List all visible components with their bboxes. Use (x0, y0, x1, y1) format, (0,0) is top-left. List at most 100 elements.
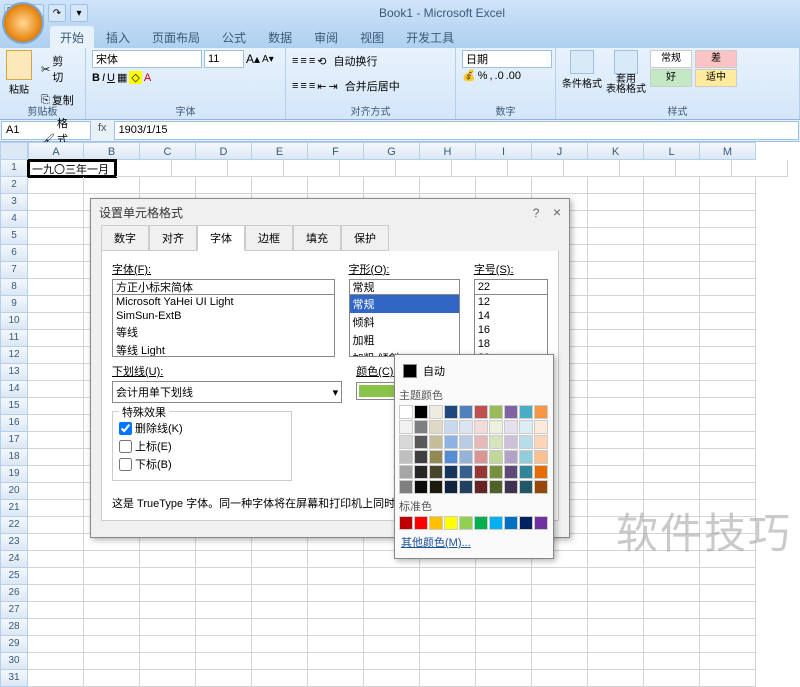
color-swatch[interactable] (504, 516, 518, 530)
cell[interactable] (588, 636, 644, 653)
cell[interactable] (252, 585, 308, 602)
qat-dropdown-icon[interactable]: ▾ (70, 4, 88, 22)
cell[interactable] (116, 160, 172, 177)
dlg-tab-border[interactable]: 边框 (245, 225, 293, 251)
format-table-icon[interactable] (614, 50, 638, 74)
cell[interactable] (308, 602, 364, 619)
cell[interactable] (644, 398, 700, 415)
row-header[interactable]: 21 (0, 500, 28, 517)
cell[interactable] (28, 636, 84, 653)
color-swatch[interactable] (489, 480, 503, 494)
cell[interactable] (700, 568, 756, 585)
tab-layout[interactable]: 页面布局 (142, 26, 210, 49)
row-header[interactable]: 13 (0, 364, 28, 381)
cell[interactable] (644, 449, 700, 466)
font-input[interactable] (113, 280, 334, 295)
cell[interactable] (140, 602, 196, 619)
color-swatch[interactable] (504, 480, 518, 494)
cell[interactable] (28, 347, 84, 364)
row-header[interactable]: 11 (0, 330, 28, 347)
cell[interactable] (28, 245, 84, 262)
cell[interactable] (84, 619, 140, 636)
cell[interactable] (700, 670, 756, 687)
cell[interactable] (588, 415, 644, 432)
cell[interactable] (676, 160, 732, 177)
cell[interactable] (28, 568, 84, 585)
cell[interactable] (28, 364, 84, 381)
color-swatch[interactable] (534, 420, 548, 434)
cell[interactable] (84, 585, 140, 602)
color-swatch[interactable] (414, 405, 428, 419)
color-swatch[interactable] (459, 435, 473, 449)
cell[interactable] (420, 670, 476, 687)
tab-review[interactable]: 审阅 (304, 26, 348, 49)
cell[interactable] (28, 177, 84, 194)
align-middle-icon[interactable]: ≡ (300, 55, 306, 67)
cell[interactable] (308, 177, 364, 194)
column-header[interactable]: M (700, 142, 756, 160)
dec-decimal-icon[interactable]: .00 (506, 70, 521, 82)
color-swatch[interactable] (429, 435, 443, 449)
currency-icon[interactable]: 💰 (462, 69, 476, 82)
tab-developer[interactable]: 开发工具 (396, 26, 464, 49)
color-swatch[interactable] (504, 450, 518, 464)
color-swatch[interactable] (399, 435, 413, 449)
cell[interactable] (700, 602, 756, 619)
dialog-close-icon[interactable]: × (553, 204, 561, 220)
cell[interactable] (700, 296, 756, 313)
cell[interactable] (364, 177, 420, 194)
color-swatch[interactable] (459, 480, 473, 494)
cell[interactable] (532, 585, 588, 602)
cell[interactable] (644, 364, 700, 381)
color-swatch[interactable] (444, 516, 458, 530)
cell[interactable] (252, 602, 308, 619)
color-swatch[interactable] (489, 405, 503, 419)
cell[interactable] (28, 483, 84, 500)
cell[interactable] (196, 602, 252, 619)
cell[interactable] (588, 619, 644, 636)
style-good[interactable]: 好 (650, 69, 692, 87)
color-swatch[interactable] (504, 420, 518, 434)
cell[interactable] (588, 347, 644, 364)
color-swatch[interactable] (534, 465, 548, 479)
size-listbox[interactable]: 12 14 16 18 20 22 (474, 279, 548, 357)
formula-input[interactable]: 1903/1/15 (114, 121, 799, 140)
cell[interactable] (532, 177, 588, 194)
cell[interactable] (532, 636, 588, 653)
cell[interactable] (644, 670, 700, 687)
color-swatch[interactable] (429, 516, 443, 530)
cell[interactable] (588, 364, 644, 381)
cell[interactable] (476, 177, 532, 194)
row-header[interactable]: 23 (0, 534, 28, 551)
cell[interactable] (476, 619, 532, 636)
color-swatch[interactable] (399, 420, 413, 434)
color-swatch[interactable] (399, 516, 413, 530)
row-header[interactable]: 15 (0, 398, 28, 415)
cell[interactable] (700, 194, 756, 211)
row-header[interactable]: 6 (0, 245, 28, 262)
color-swatch[interactable] (474, 465, 488, 479)
style-normal[interactable]: 常规 (650, 50, 692, 68)
cell[interactable] (588, 177, 644, 194)
row-header[interactable]: 10 (0, 313, 28, 330)
row-header[interactable]: 20 (0, 483, 28, 500)
color-swatch[interactable] (534, 516, 548, 530)
cell[interactable] (700, 364, 756, 381)
color-swatch[interactable] (399, 450, 413, 464)
more-colors-link[interactable]: 其他颜色(M)... (399, 530, 549, 554)
color-swatch[interactable] (399, 405, 413, 419)
cell[interactable] (588, 228, 644, 245)
conditional-format-icon[interactable] (570, 50, 594, 74)
size-item[interactable]: 14 (475, 309, 547, 323)
color-swatch[interactable] (474, 405, 488, 419)
cell[interactable] (588, 398, 644, 415)
color-swatch[interactable] (474, 480, 488, 494)
color-swatch[interactable] (414, 516, 428, 530)
cell[interactable] (700, 313, 756, 330)
color-swatch[interactable] (519, 480, 533, 494)
size-item[interactable]: 12 (475, 295, 547, 309)
font-size-combo[interactable]: 11 (204, 50, 244, 68)
row-header[interactable]: 22 (0, 517, 28, 534)
row-header[interactable]: 5 (0, 228, 28, 245)
color-swatch[interactable] (504, 435, 518, 449)
